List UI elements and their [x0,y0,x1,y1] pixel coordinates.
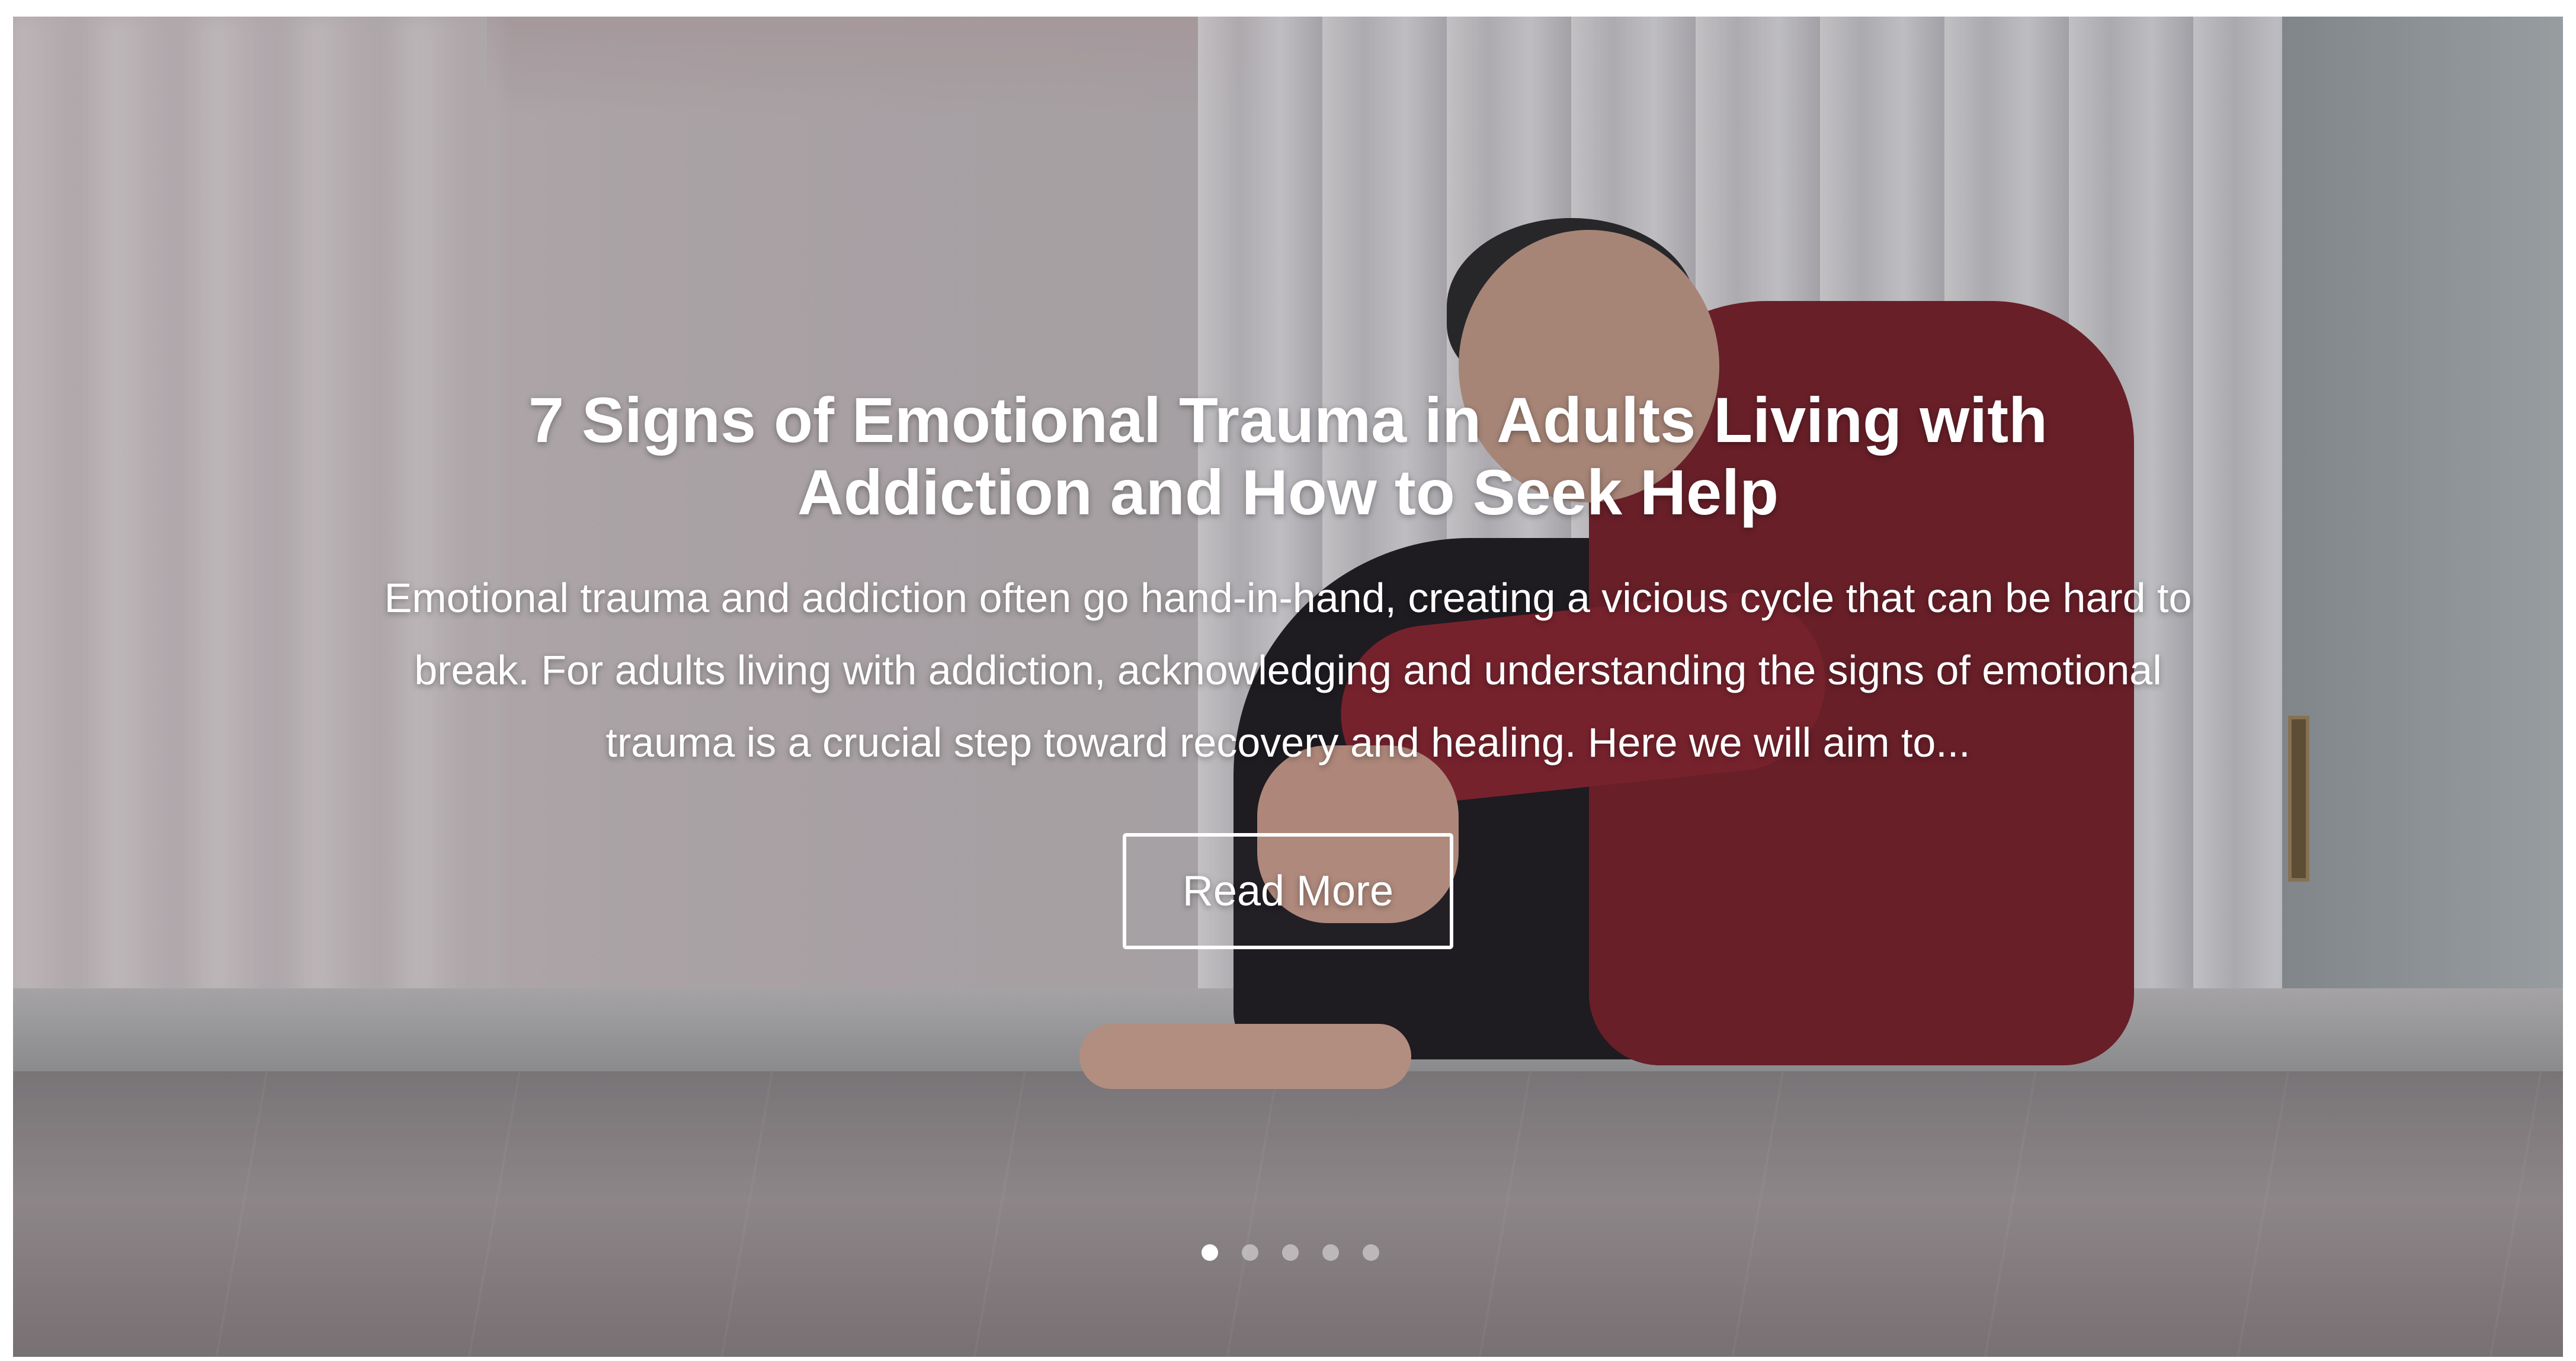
hero-slider: 7 Signs of Emotional Trauma in Adults Li… [13,17,2563,1357]
pagination-dot-2[interactable] [1242,1244,1258,1261]
pagination-dot-1[interactable] [1202,1244,1218,1261]
pagination-dot-3[interactable] [1282,1244,1299,1261]
slide-title: 7 Signs of Emotional Trauma in Adults Li… [528,384,2048,528]
slider-pagination [1202,1244,1379,1261]
pagination-dot-5[interactable] [1363,1244,1379,1261]
slide-excerpt: Emotional trauma and addiction often go … [384,575,2192,766]
slide-caption: 7 Signs of Emotional Trauma in Adults Li… [345,384,2231,949]
pagination-dot-4[interactable] [1322,1244,1339,1261]
read-more-button[interactable]: Read More [1123,833,1453,949]
